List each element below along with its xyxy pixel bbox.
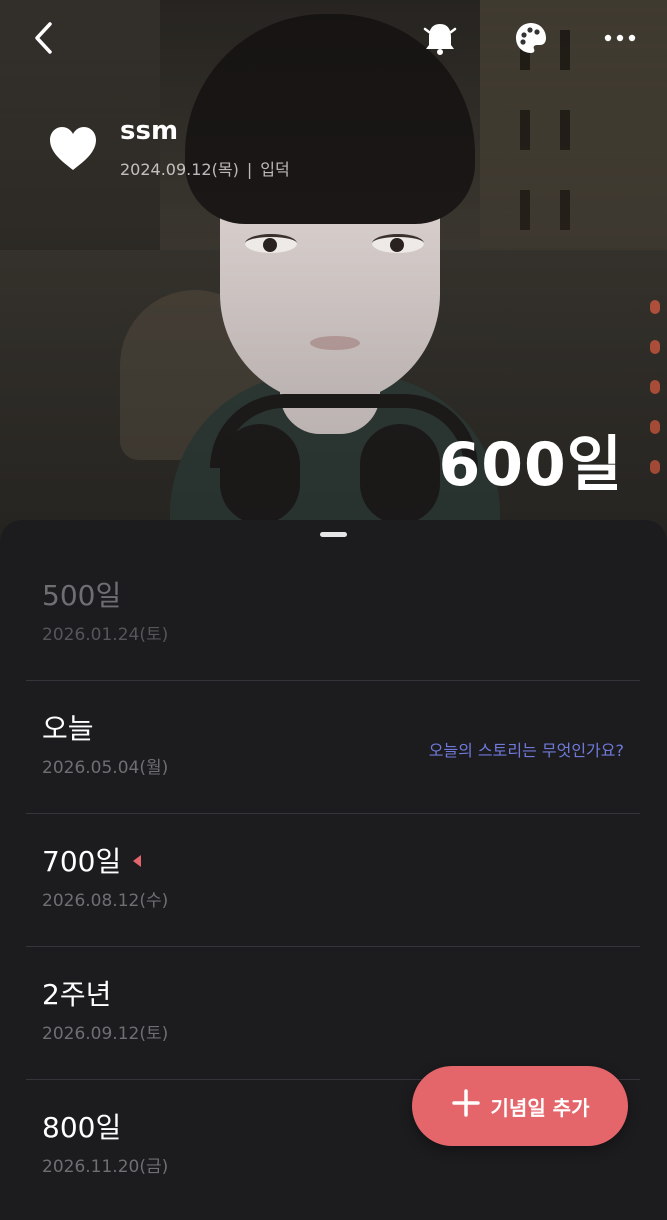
top-bar xyxy=(0,0,667,76)
triangle-marker-icon xyxy=(133,855,142,867)
more-button[interactable] xyxy=(596,14,644,62)
anniversary-title: 700일 xyxy=(42,840,142,880)
anniversary-title: 오늘 xyxy=(42,712,94,745)
bell-icon xyxy=(423,24,457,55)
theme-button[interactable] xyxy=(507,14,555,62)
add-anniversary-button[interactable]: 기념일 추가 xyxy=(412,1066,628,1146)
anniversary-date: 2026.01.24(토) xyxy=(42,625,169,645)
anniversary-title: 800일 xyxy=(42,1111,122,1144)
day-count: 600일 xyxy=(438,430,623,500)
plus-icon xyxy=(451,1088,481,1124)
anniversary-date: 2026.05.04(월) xyxy=(42,758,169,778)
fan-status: 입덕 xyxy=(260,160,290,179)
profile-name: ssm xyxy=(120,116,179,146)
anniversary-row[interactable]: 700일 2026.08.12(수) xyxy=(26,814,640,947)
profile-meta: 2024.09.12(목) | 입덕 xyxy=(120,156,290,180)
more-horizontal-icon xyxy=(604,34,636,42)
notification-button[interactable] xyxy=(416,14,464,62)
anniversary-row[interactable]: 2주년 2026.09.12(토) xyxy=(26,947,640,1080)
sheet-handle[interactable] xyxy=(320,532,347,537)
palette-icon xyxy=(516,23,546,53)
story-prompt-link[interactable]: 오늘의 스토리는 무엇인가요? xyxy=(429,737,624,761)
anniversary-date: 2026.08.12(수) xyxy=(42,891,169,911)
back-button[interactable] xyxy=(20,14,68,62)
heart-icon xyxy=(46,124,100,174)
add-anniversary-label: 기념일 추가 xyxy=(490,1095,590,1120)
anniversary-title: 500일 xyxy=(42,579,122,612)
anniversary-date: 2026.09.12(토) xyxy=(42,1024,169,1044)
meta-separator: | xyxy=(246,160,253,179)
anniversary-title-text: 700일 xyxy=(42,845,122,878)
start-date: 2024.09.12(목) xyxy=(120,160,239,179)
anniversary-row[interactable]: 500일 2026.01.24(토) xyxy=(26,548,640,681)
anniversary-date: 2026.11.20(금) xyxy=(42,1157,169,1177)
anniversary-title: 2주년 xyxy=(42,978,112,1011)
anniversary-row-today[interactable]: 오늘 2026.05.04(월) 오늘의 스토리는 무엇인가요? xyxy=(26,681,640,814)
chevron-left-icon xyxy=(35,22,52,54)
